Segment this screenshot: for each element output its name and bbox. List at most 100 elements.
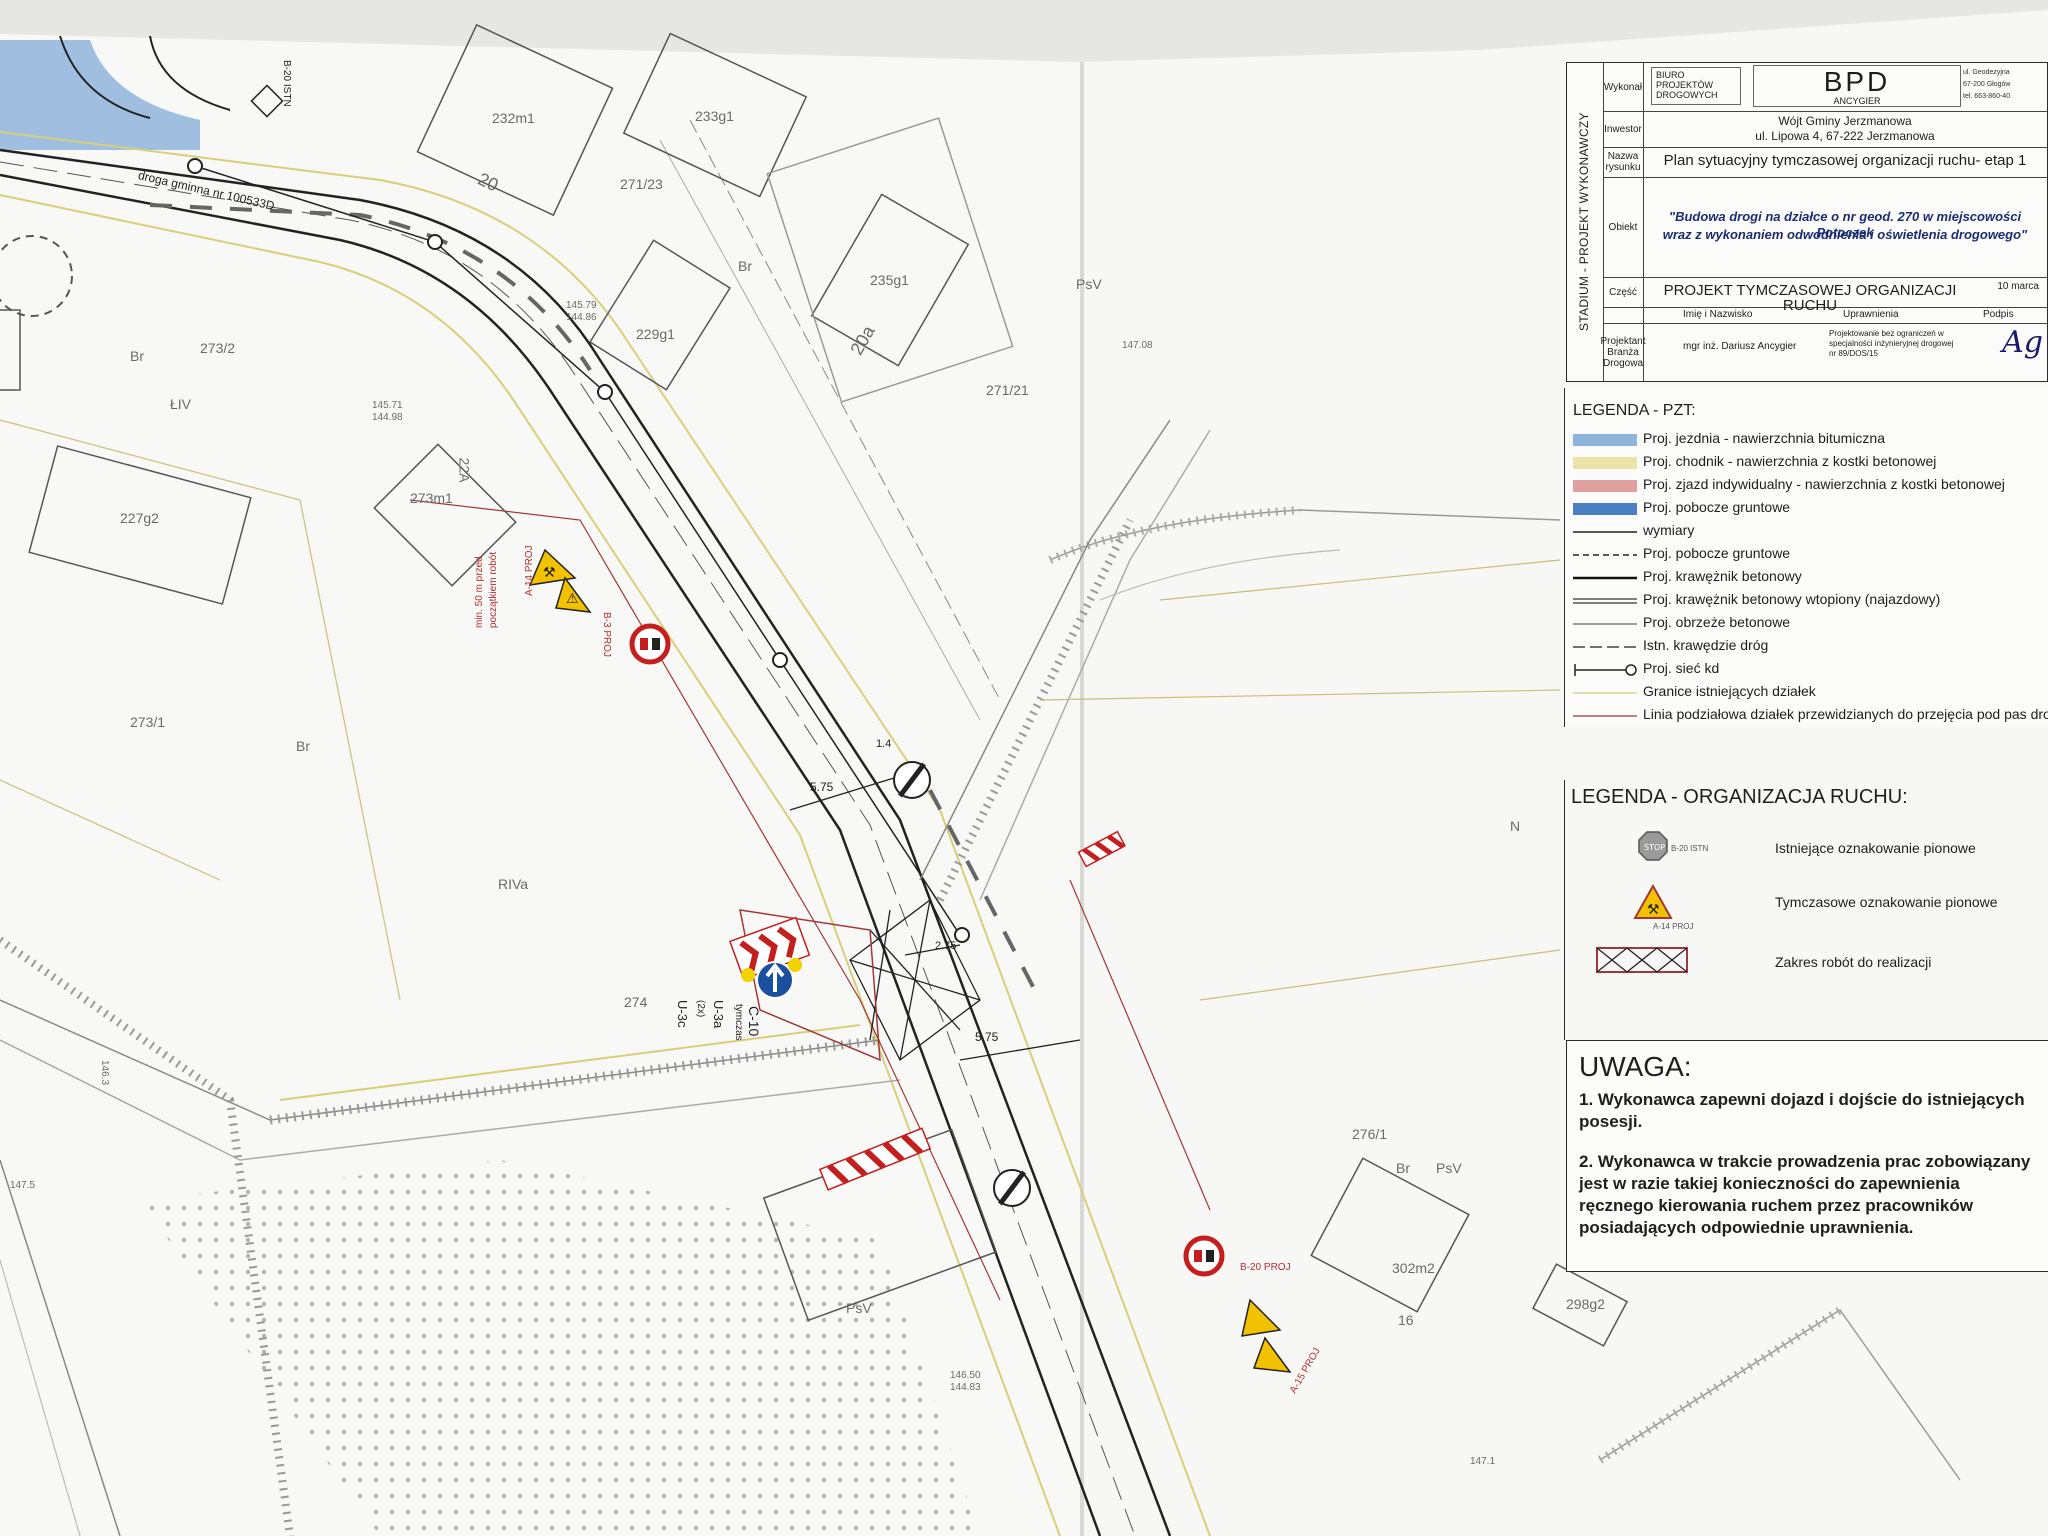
legend-symbol-dashed	[1573, 554, 1637, 556]
label-n: N	[1510, 818, 1521, 834]
label-parcel-271-23: 271/23	[620, 176, 663, 192]
svg-text:⚒: ⚒	[1647, 902, 1660, 918]
label-dist-2: początkiem robót	[488, 551, 499, 628]
legend-symbol-thin	[1573, 715, 1637, 717]
legend-pzt-label: wymiary	[1643, 522, 1695, 538]
label-br-3: Br	[296, 738, 310, 754]
legend-pzt-label: Proj. krawężnik betonowy	[1643, 568, 1802, 584]
note-1: 1. Wykonawca zapewni dojazd i dojście do…	[1579, 1090, 2025, 1131]
legend-symbol-thick	[1573, 576, 1637, 580]
designer-rights: Projektowanie bez ograniczeń w specjalno…	[1829, 329, 1954, 358]
legend-traffic-title: LEGENDA - ORGANIZACJA RUCHU:	[1571, 786, 1908, 808]
legend-pzt-item: Proj. krawężnik betonowy wtopiony (najaz…	[1571, 589, 2048, 612]
designer-name: mgr inż. Dariusz Ancygier	[1683, 341, 1797, 352]
label-parcel-235: 235g1	[870, 272, 909, 288]
tb-val-designer: mgr inż. Dariusz Ancygier Projektowanie …	[1643, 323, 2047, 381]
label-elev-6: 146.50	[950, 1370, 981, 1381]
note-2: 2. Wykonawca w trakcie prowadzenia prac …	[1579, 1152, 2031, 1237]
manhole-1	[187, 158, 203, 174]
logo-sub: ANCYGIER	[1833, 96, 1881, 106]
legend-traffic-item-existing: STOP B-20 ISTN Istniejące oznakowanie pi…	[1595, 826, 2035, 876]
investor-line-2: ul. Lipowa 4, 67-222 Jerzmanowa	[1755, 129, 1935, 143]
legend-pzt-label: Proj. jezdnia - nawierzchnia bitumiczna	[1643, 430, 1885, 446]
label-sign-b3: B-3 PROJ	[601, 612, 612, 658]
legend-pzt: LEGENDA - PZT: Proj. jezdnia - nawierzch…	[1564, 388, 2048, 727]
tb-key-object: Obiekt	[1603, 177, 1644, 277]
label-parcel-271-21: 271/21	[986, 382, 1029, 398]
tb-val-drawing: Plan sytuacyjny tymczasowej organizacji …	[1643, 147, 2047, 177]
legend-pzt-item: wymiary	[1571, 520, 2048, 543]
label-elev-10: 146.3	[99, 1060, 110, 1086]
svg-text:⚠: ⚠	[566, 591, 579, 607]
legend-pzt-item: Proj. sieć kd	[1571, 658, 2048, 681]
label-sign-a14: A-14 PROJ	[524, 545, 535, 596]
label-psv-3: PsV	[846, 1300, 872, 1316]
label-br-1: Br	[738, 258, 752, 274]
notes-box: UWAGA: 1. Wykonawca zapewni dojazd i doj…	[1566, 1040, 2048, 1272]
company-line-2: PROJEKTÓW	[1656, 80, 1714, 90]
legend-pzt-label: Proj. zjazd indywidualny - nawierzchnia …	[1643, 476, 2005, 492]
end-restriction-sign-2	[993, 1169, 1031, 1207]
legend-traffic-label-existing: Istniejące oznakowanie pionowe	[1775, 840, 1976, 856]
label-psv-1: PsV	[1076, 276, 1102, 292]
no-overtaking-sign-1	[629, 623, 671, 665]
company-line-3: DROGOWYCH	[1656, 90, 1718, 100]
legend-symbol-fill	[1573, 503, 1637, 515]
label-parcel-16: 16	[1398, 1312, 1414, 1328]
investor-line-1: Wójt Gminy Jerzmanowa	[1778, 114, 1912, 128]
drawing-date: 10 marca	[1997, 281, 2039, 292]
label-sign-c10: C-10	[746, 1006, 762, 1037]
label-dim-575-b: 5.75	[975, 1030, 999, 1044]
label-sign-b20: B-20 PROJ	[1240, 1262, 1291, 1273]
designer-role: Projektant Branża Drogowa	[1600, 323, 1646, 381]
company-name: BIURO PROJEKTÓW DROGOWYCH	[1651, 67, 1741, 105]
col-sign: Podpis	[1983, 309, 2014, 320]
label-parcel-273-1: 273/1	[130, 714, 166, 730]
tb-key-blank	[1603, 307, 1644, 323]
label-br-4: Br	[1396, 1160, 1410, 1176]
legend-caption-b20: B-20 ISTN	[1671, 844, 1709, 853]
tb-val-investor: Wójt Gminy Jerzmanowa ul. Lipowa 4, 67-2…	[1643, 111, 2047, 147]
company-logo: BPD ANCYGIER	[1753, 65, 1961, 107]
legend-pzt-list: Proj. jezdnia - nawierzchnia bitumiczna P…	[1571, 428, 2048, 727]
label-elev-2: 144.86	[566, 312, 597, 323]
label-elev-7: 144.83	[950, 1382, 981, 1393]
address-line-1: ul. Geodezyjna	[1963, 69, 2010, 76]
label-parcel-302: 302m2	[1392, 1260, 1435, 1276]
legend-pzt-item: Proj. obrzeże betonowe	[1571, 612, 2048, 635]
legend-traffic-item-workzone: Zakres robót do realizacji	[1595, 940, 2035, 990]
tb-row-investor: Inwestor Wójt Gminy Jerzmanowa ul. Lipow…	[1603, 111, 2047, 148]
designer-signature: Ag	[2002, 325, 2043, 360]
stage-label-text: STADIUM - PROJEKT WYKONAWCZY	[1577, 112, 1591, 331]
legend-symbol-thin	[1573, 692, 1637, 694]
legend-traffic: LEGENDA - ORGANIZACJA RUCHU: STOP B-20 I…	[1564, 780, 2048, 1040]
legend-pzt-label: Granice istniejących działek	[1643, 683, 1816, 699]
legend-pzt-label: Proj. pobocze gruntowe	[1643, 545, 1791, 561]
tb-val-wykonal: BIURO PROJEKTÓW DROGOWYCH BPD ANCYGIER u…	[1643, 63, 2047, 111]
tb-key-investor: Inwestor	[1603, 111, 1644, 147]
sign-yellow-dot-1	[741, 968, 755, 982]
tb-key-wykonal: Wykonał	[1603, 63, 1644, 111]
legend-symbol-double	[1573, 598, 1637, 604]
label-dist-1: min. 50 m przed	[474, 556, 485, 628]
object-line-2: wraz z wykonaniem odwodnienia i oświetle…	[1662, 227, 2028, 242]
label-elev-3: 147.08	[1122, 340, 1153, 351]
tb-row-drawing: Nazwa rysunku Plan sytuacyjny tymczasowe…	[1603, 147, 2047, 178]
label-parcel-274: 274	[624, 994, 648, 1010]
label-elev-4: 145.71	[372, 400, 403, 411]
legend-pzt-title: LEGENDA - PZT:	[1573, 402, 1696, 419]
label-elev-1: 145.79	[566, 300, 597, 311]
tb-row-part: Część PROJEKT TYMCZASOWEJ ORGANIZACJI RU…	[1603, 277, 2047, 313]
legend-symbol-pipe	[1574, 664, 1637, 676]
manhole-4	[772, 652, 788, 668]
tb-val-part: PROJEKT TYMCZASOWEJ ORGANIZACJI RUCHU 10…	[1643, 277, 2047, 313]
label-elev-9: 147.1	[1470, 1456, 1496, 1467]
label-parcel-276-1: 276/1	[1352, 1126, 1388, 1142]
stage-label: STADIUM - PROJEKT WYKONAWCZY	[1567, 63, 1604, 381]
label-elev-8: 147.5	[10, 1180, 36, 1191]
svg-text:STOP: STOP	[1644, 843, 1665, 852]
label-dim-14: 1.4	[876, 738, 892, 750]
manhole-3	[597, 384, 613, 400]
label-dim-275: 2.75	[935, 940, 957, 952]
title-block: STADIUM - PROJEKT WYKONAWCZY Wykonał BIU…	[1566, 62, 2048, 382]
